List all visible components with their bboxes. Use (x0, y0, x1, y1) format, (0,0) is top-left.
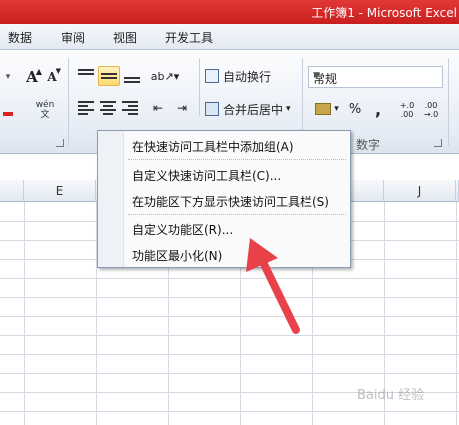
annotation-arrow-icon (246, 238, 300, 334)
watermark: Baidu 经验 (357, 388, 425, 403)
